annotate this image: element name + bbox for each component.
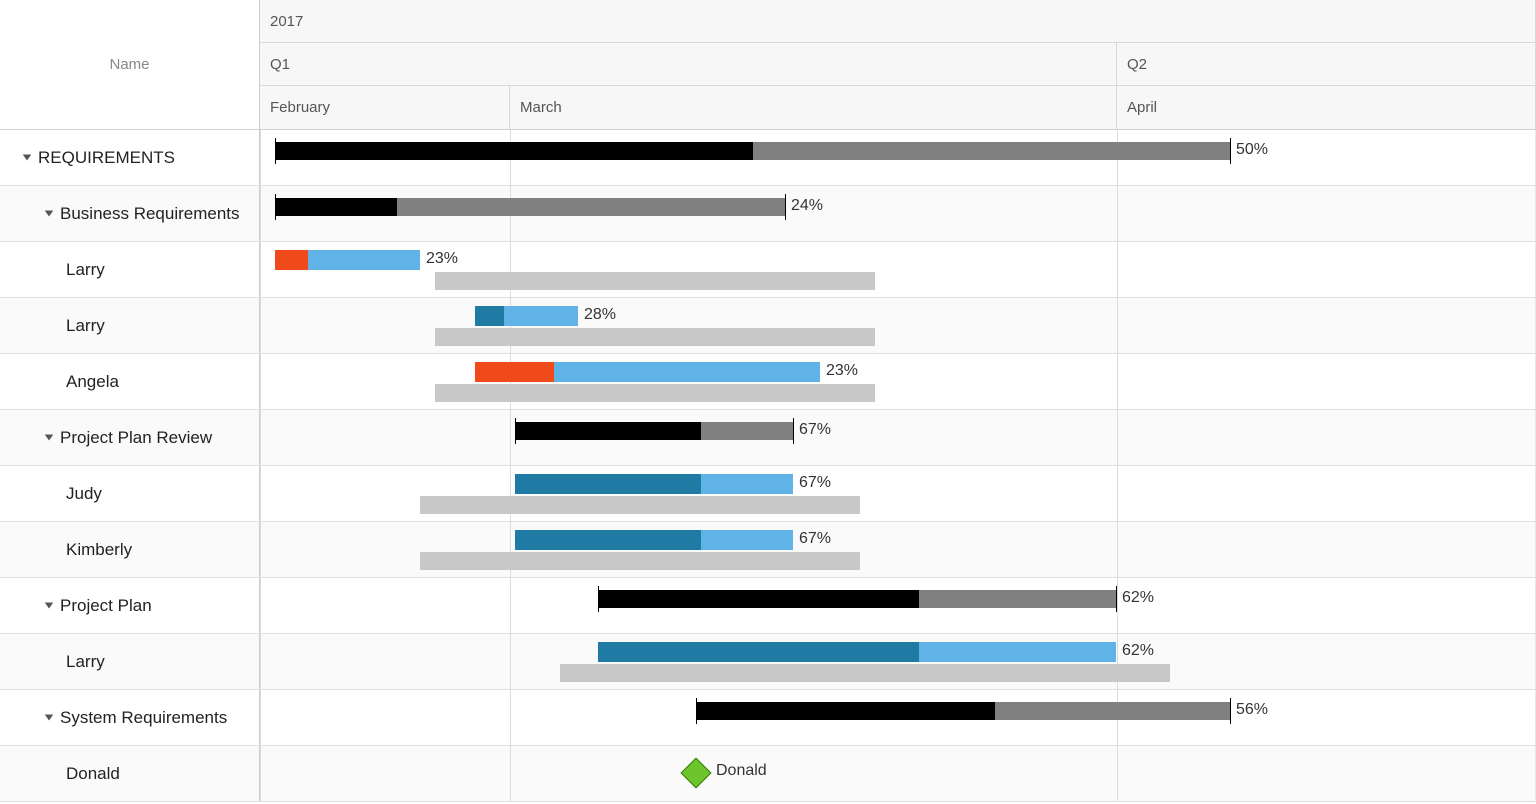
progress-label: 50% xyxy=(1236,141,1268,159)
expander-icon[interactable] xyxy=(45,211,54,217)
task-progress xyxy=(515,474,701,494)
task-name-cell[interactable]: Project Plan xyxy=(0,578,260,633)
task-name-cell[interactable]: Kimberly xyxy=(0,522,260,577)
milestone-icon[interactable] xyxy=(680,757,711,788)
row-timeline: 28% xyxy=(260,298,1536,353)
name-column-header: Name xyxy=(0,0,260,130)
summary-progress xyxy=(515,422,701,440)
gantt-row: Angela 23% xyxy=(0,354,1536,410)
expander-icon[interactable] xyxy=(45,435,54,441)
task-label: System Requirements xyxy=(60,708,227,728)
baseline-bar xyxy=(560,664,1170,682)
task-label: Larry xyxy=(66,316,105,336)
gantt-row: Project Plan Review 67% xyxy=(0,410,1536,466)
task-label: Angela xyxy=(66,372,119,392)
task-late-segment xyxy=(475,362,554,382)
gantt-row: Kimberly 67% xyxy=(0,522,1536,578)
row-timeline: 67% xyxy=(260,410,1536,465)
gantt-row: REQUIREMENTS 50% xyxy=(0,130,1536,186)
timeline-header: 2017 Q1 Q2 February March April xyxy=(260,0,1536,130)
milestone-label: Donald xyxy=(716,762,767,780)
row-timeline: 24% xyxy=(260,186,1536,241)
task-progress xyxy=(515,530,701,550)
month-cell-feb: February xyxy=(260,86,510,129)
progress-label: 62% xyxy=(1122,589,1154,607)
task-progress xyxy=(475,306,504,326)
year-cell: 2017 xyxy=(260,0,1536,42)
task-label: Project Plan xyxy=(60,596,152,616)
gantt-row: Larry 62% xyxy=(0,634,1536,690)
task-late-segment xyxy=(275,250,308,270)
row-timeline: 62% xyxy=(260,578,1536,633)
expander-icon[interactable] xyxy=(45,603,54,609)
baseline-bar xyxy=(420,552,860,570)
task-name-cell[interactable]: REQUIREMENTS xyxy=(0,130,260,185)
summary-progress xyxy=(696,702,995,720)
row-timeline: 23% xyxy=(260,354,1536,409)
row-timeline: Donald xyxy=(260,746,1536,801)
quarter-cell-q1: Q1 xyxy=(260,43,1117,85)
task-progress xyxy=(598,642,919,662)
task-name-cell[interactable]: Business Requirements xyxy=(0,186,260,241)
progress-label: 24% xyxy=(791,197,823,215)
progress-label: 67% xyxy=(799,530,831,548)
gantt-row: Business Requirements 24% xyxy=(0,186,1536,242)
task-label: Business Requirements xyxy=(60,204,240,224)
task-name-cell[interactable]: Larry xyxy=(0,298,260,353)
task-name-cell[interactable]: Larry xyxy=(0,634,260,689)
quarter-cell-q2: Q2 xyxy=(1117,43,1536,85)
row-timeline: 23% xyxy=(260,242,1536,297)
task-label: Kimberly xyxy=(66,540,132,560)
progress-label: 23% xyxy=(826,362,858,380)
progress-label: 56% xyxy=(1236,701,1268,719)
gantt-row: System Requirements 56% xyxy=(0,690,1536,746)
progress-label: 67% xyxy=(799,474,831,492)
progress-label: 23% xyxy=(426,250,458,268)
month-cell-mar: March xyxy=(510,86,1117,129)
gantt-row: Larry 23% xyxy=(0,242,1536,298)
baseline-bar xyxy=(420,496,860,514)
task-name-cell[interactable]: Project Plan Review xyxy=(0,410,260,465)
task-name-cell[interactable]: Donald xyxy=(0,746,260,801)
month-cell-apr: April xyxy=(1117,86,1536,129)
row-timeline: 62% xyxy=(260,634,1536,689)
gantt-container: Name 2017 Q1 Q2 February March April REQ… xyxy=(0,0,1536,804)
task-label: Donald xyxy=(66,764,120,784)
gantt-row: Larry 28% xyxy=(0,298,1536,354)
expander-icon[interactable] xyxy=(23,155,32,161)
baseline-bar xyxy=(435,272,875,290)
gantt-row: Judy 67% xyxy=(0,466,1536,522)
baseline-bar xyxy=(435,384,875,402)
progress-label: 62% xyxy=(1122,642,1154,660)
name-header-label: Name xyxy=(109,56,149,73)
summary-progress xyxy=(275,142,753,160)
baseline-bar xyxy=(435,328,875,346)
task-label: REQUIREMENTS xyxy=(38,148,175,168)
task-label: Project Plan Review xyxy=(60,428,212,448)
task-name-cell[interactable]: Angela xyxy=(0,354,260,409)
summary-progress xyxy=(275,198,397,216)
gantt-row: Project Plan 62% xyxy=(0,578,1536,634)
progress-label: 67% xyxy=(799,421,831,439)
gantt-rows: REQUIREMENTS 50% Business Requirements 24% L… xyxy=(0,130,1536,802)
task-name-cell[interactable]: Judy xyxy=(0,466,260,521)
row-timeline: 50% xyxy=(260,130,1536,185)
task-label: Larry xyxy=(66,652,105,672)
expander-icon[interactable] xyxy=(45,715,54,721)
gantt-row: Donald Donald xyxy=(0,746,1536,802)
summary-progress xyxy=(598,590,919,608)
task-label: Larry xyxy=(66,260,105,280)
task-name-cell[interactable]: Larry xyxy=(0,242,260,297)
task-label: Judy xyxy=(66,484,102,504)
row-timeline: 67% xyxy=(260,466,1536,521)
row-timeline: 56% xyxy=(260,690,1536,745)
task-name-cell[interactable]: System Requirements xyxy=(0,690,260,745)
row-timeline: 67% xyxy=(260,522,1536,577)
progress-label: 28% xyxy=(584,306,616,324)
